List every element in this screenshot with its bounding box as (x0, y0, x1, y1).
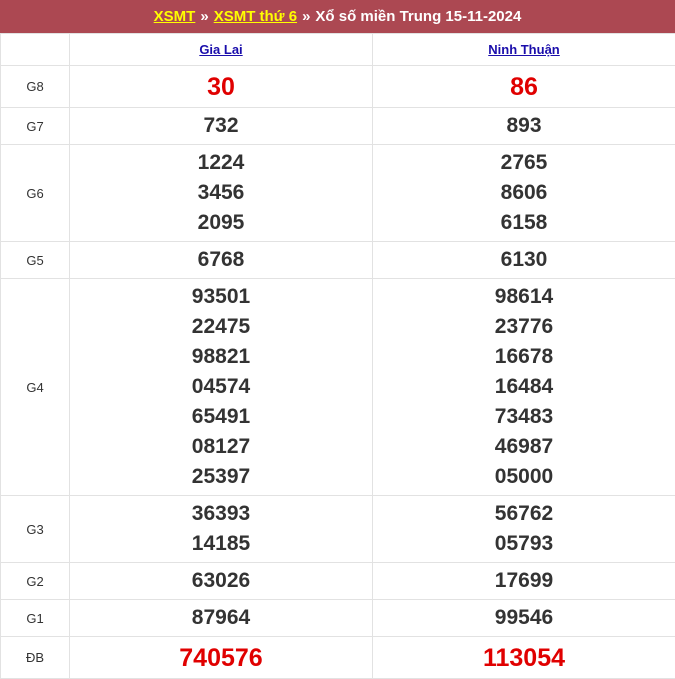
prize-row-5: G336393141855676205793 (1, 496, 675, 563)
prize-values-cell: 113054 (373, 637, 675, 679)
prize-number: 2095 (70, 208, 372, 238)
prize-number: 14185 (70, 529, 372, 559)
results-title: Xổ số miền Trung 15-11-2024 (315, 8, 521, 25)
prize-number: 17699 (373, 566, 675, 596)
empty-header-cell (1, 34, 70, 66)
prize-label: G1 (1, 600, 70, 637)
prize-values-cell: 63026 (70, 563, 373, 600)
prize-number: 732 (70, 111, 372, 141)
prize-values-cell: 122434562095 (70, 145, 373, 242)
prize-number: 99546 (373, 603, 675, 633)
prize-number: 87964 (70, 603, 372, 633)
prize-number: 56762 (373, 499, 675, 529)
prize-number: 3456 (70, 178, 372, 208)
prize-number: 22475 (70, 312, 372, 342)
prize-number: 04574 (70, 372, 372, 402)
prize-number: 93501 (70, 282, 372, 312)
prize-rows: G83086G7732893G6122434562095276586066158… (1, 66, 675, 679)
xsmt-link[interactable]: XSMT (154, 8, 196, 25)
prize-values-cell: 732 (70, 108, 373, 145)
prize-row-7: G18796499546 (1, 600, 675, 637)
prize-values-cell: 30 (70, 66, 373, 108)
results-header: XSMT » XSMT thứ 6 » Xổ số miền Trung 15-… (0, 0, 675, 33)
prize-number: 2765 (373, 148, 675, 178)
prize-row-2: G6122434562095276586066158 (1, 145, 675, 242)
prize-number: 113054 (373, 638, 675, 678)
prize-values-cell: 93501224759882104574654910812725397 (70, 279, 373, 496)
breadcrumb-separator: » (200, 8, 208, 25)
province-link-gia-lai[interactable]: Gia Lai (199, 42, 242, 57)
prize-number: 65491 (70, 402, 372, 432)
prize-label: G6 (1, 145, 70, 242)
prize-label: G2 (1, 563, 70, 600)
prize-number: 98821 (70, 342, 372, 372)
prize-values-cell: 87964 (70, 600, 373, 637)
prize-values-cell: 3639314185 (70, 496, 373, 563)
prize-values-cell: 99546 (373, 600, 675, 637)
lottery-results: XSMT » XSMT thứ 6 » Xổ số miền Trung 15-… (0, 0, 675, 679)
prize-values-cell: 86 (373, 66, 675, 108)
province-cell: Ninh Thuận (373, 34, 675, 66)
prize-number: 30 (70, 67, 372, 107)
prize-label: ĐB (1, 637, 70, 679)
prize-label: G4 (1, 279, 70, 496)
prize-values-cell: 17699 (373, 563, 675, 600)
province-cell: Gia Lai (70, 34, 373, 66)
prize-row-4: G493501224759882104574654910812725397986… (1, 279, 675, 496)
prize-number: 46987 (373, 432, 675, 462)
prize-values-cell: 893 (373, 108, 675, 145)
prize-label: G3 (1, 496, 70, 563)
province-header-row: Gia Lai Ninh Thuận (1, 34, 675, 66)
prize-number: 25397 (70, 462, 372, 492)
province-link-ninh-thuan[interactable]: Ninh Thuận (488, 42, 560, 57)
prize-number: 05793 (373, 529, 675, 559)
prize-number: 36393 (70, 499, 372, 529)
prize-row-3: G567686130 (1, 242, 675, 279)
prize-number: 05000 (373, 462, 675, 492)
prize-number: 73483 (373, 402, 675, 432)
prize-number: 893 (373, 111, 675, 141)
prize-number: 16484 (373, 372, 675, 402)
prize-number: 08127 (70, 432, 372, 462)
prize-number: 8606 (373, 178, 675, 208)
prize-number: 23776 (373, 312, 675, 342)
prize-label: G5 (1, 242, 70, 279)
breadcrumb-separator: » (302, 8, 310, 25)
prize-number: 1224 (70, 148, 372, 178)
prize-values-cell: 5676205793 (373, 496, 675, 563)
prize-number: 86 (373, 67, 675, 107)
prize-row-6: G26302617699 (1, 563, 675, 600)
prize-number: 63026 (70, 566, 372, 596)
prize-number: 16678 (373, 342, 675, 372)
xsmt-friday-link[interactable]: XSMT thứ 6 (214, 8, 297, 25)
prize-label: G7 (1, 108, 70, 145)
prize-values-cell: 740576 (70, 637, 373, 679)
prize-values-cell: 6768 (70, 242, 373, 279)
prize-row-1: G7732893 (1, 108, 675, 145)
prize-number: 6768 (70, 245, 372, 275)
prize-number: 98614 (373, 282, 675, 312)
prize-label: G8 (1, 66, 70, 108)
prize-number: 740576 (70, 638, 372, 678)
prize-values-cell: 98614237761667816484734834698705000 (373, 279, 675, 496)
prize-number: 6130 (373, 245, 675, 275)
prize-values-cell: 276586066158 (373, 145, 675, 242)
results-table: Gia Lai Ninh Thuận G83086G7732893G612243… (0, 33, 675, 679)
prize-number: 6158 (373, 208, 675, 238)
prize-values-cell: 6130 (373, 242, 675, 279)
prize-row-8: ĐB740576113054 (1, 637, 675, 679)
prize-row-0: G83086 (1, 66, 675, 108)
